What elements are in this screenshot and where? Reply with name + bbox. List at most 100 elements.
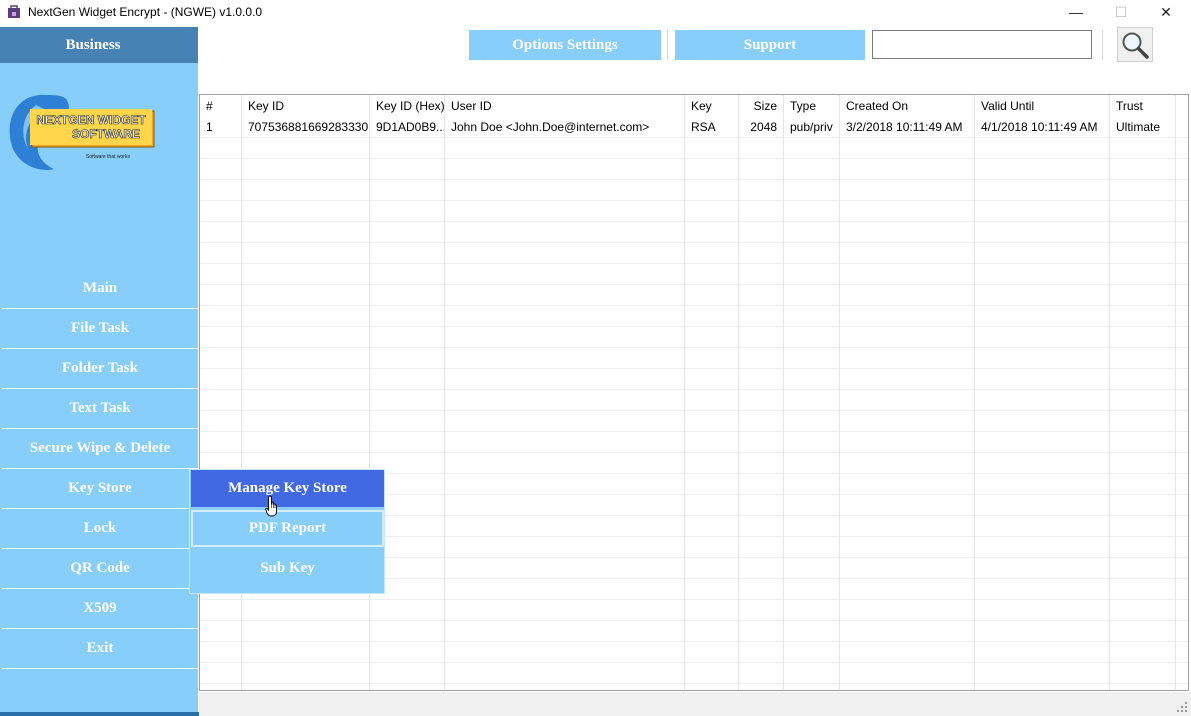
empty-cell <box>242 306 370 327</box>
nav-folder-task[interactable]: Folder Task <box>2 349 198 389</box>
empty-cell <box>200 432 242 453</box>
empty-cell <box>685 306 739 327</box>
nav-key-store[interactable]: Key Store <box>2 469 198 509</box>
empty-cell <box>840 390 975 411</box>
cell-created-on: 3/2/2018 10:11:49 AM <box>840 117 975 138</box>
column-header-size[interactable]: Size <box>739 95 784 117</box>
minimize-button[interactable]: — <box>1053 0 1099 24</box>
search-icon <box>1122 32 1149 59</box>
empty-cell <box>1110 642 1176 663</box>
nav-lock[interactable]: Lock <box>2 509 198 549</box>
empty-cell <box>200 159 242 180</box>
column-header-valid-until[interactable]: Valid Until <box>975 95 1110 117</box>
empty-cell <box>840 684 975 690</box>
empty-cell <box>975 327 1110 348</box>
menu-item-manage-key-store[interactable]: Manage Key Store <box>191 470 384 507</box>
empty-cell <box>445 684 685 690</box>
empty-cell <box>739 390 784 411</box>
empty-cell <box>445 285 685 306</box>
empty-cell <box>200 306 242 327</box>
empty-cell <box>200 621 242 642</box>
empty-cell <box>200 642 242 663</box>
search-input[interactable] <box>872 30 1092 59</box>
empty-cell <box>975 684 1110 690</box>
empty-cell <box>445 264 685 285</box>
empty-cell <box>685 684 739 690</box>
empty-cell <box>784 495 840 516</box>
nav-qr-code[interactable]: QR Code <box>2 549 198 589</box>
empty-table-row <box>200 684 1188 690</box>
empty-cell <box>784 663 840 684</box>
empty-table-row <box>200 621 1188 642</box>
empty-cell <box>685 474 739 495</box>
column-header-key-id-hex[interactable]: Key ID (Hex) <box>370 95 445 117</box>
nav-main[interactable]: Main <box>2 269 198 309</box>
sidebar-header-business[interactable]: Business <box>0 27 198 63</box>
empty-cell <box>1110 369 1176 390</box>
empty-cell <box>445 243 685 264</box>
column-header-key[interactable]: Key <box>685 95 739 117</box>
empty-table-row <box>200 201 1188 222</box>
empty-cell <box>445 474 685 495</box>
empty-cell <box>200 390 242 411</box>
empty-cell <box>242 180 370 201</box>
table-row[interactable]: 1 707536881669283330 9D1AD0B9... John Do… <box>200 117 1188 138</box>
empty-cell <box>445 642 685 663</box>
empty-cell <box>840 558 975 579</box>
empty-cell <box>200 285 242 306</box>
empty-cell <box>445 558 685 579</box>
empty-cell <box>1110 537 1176 558</box>
nav-exit[interactable]: Exit <box>2 629 198 669</box>
empty-cell <box>1110 474 1176 495</box>
title-bar: NextGen Widget Encrypt - (NGWE) v1.0.0.0… <box>0 0 1191 24</box>
empty-cell <box>739 285 784 306</box>
empty-cell <box>685 327 739 348</box>
empty-cell <box>242 390 370 411</box>
empty-table-row <box>200 369 1188 390</box>
empty-cell <box>840 243 975 264</box>
minimize-icon: — <box>1069 4 1083 20</box>
empty-cell <box>739 222 784 243</box>
cell-type: pub/priv <box>784 117 840 138</box>
close-button[interactable]: ✕ <box>1143 0 1189 24</box>
menu-item-pdf-report[interactable]: PDF Report <box>191 510 384 547</box>
maximize-button[interactable]: ☐ <box>1098 0 1144 24</box>
key-store-grid[interactable]: # Key ID Key ID (Hex) User ID Key Size T… <box>199 94 1189 691</box>
empty-cell <box>975 390 1110 411</box>
key-store-submenu: Manage Key Store PDF Report Sub Key <box>189 469 385 594</box>
empty-cell <box>685 495 739 516</box>
nav-x509[interactable]: X509 <box>2 589 198 629</box>
column-header-index[interactable]: # <box>200 95 242 117</box>
empty-cell <box>242 159 370 180</box>
support-button[interactable]: Support <box>675 30 865 60</box>
menu-item-sub-key[interactable]: Sub Key <box>191 550 384 587</box>
empty-cell <box>370 327 445 348</box>
search-button[interactable] <box>1117 27 1153 62</box>
empty-cell <box>1110 600 1176 621</box>
column-header-created-on[interactable]: Created On <box>840 95 975 117</box>
empty-cell <box>784 264 840 285</box>
resize-grip-icon[interactable] <box>1177 702 1187 712</box>
column-header-key-id[interactable]: Key ID <box>242 95 370 117</box>
toolbar-separator <box>1102 30 1103 60</box>
empty-table-row <box>200 264 1188 285</box>
empty-cell <box>200 201 242 222</box>
column-header-type[interactable]: Type <box>784 95 840 117</box>
empty-cell <box>242 642 370 663</box>
empty-cell <box>739 516 784 537</box>
empty-cell <box>685 579 739 600</box>
empty-cell <box>200 327 242 348</box>
empty-cell <box>685 201 739 222</box>
options-settings-button[interactable]: Options Settings <box>469 30 661 60</box>
nav-secure-wipe-delete[interactable]: Secure Wipe & Delete <box>2 429 198 469</box>
column-header-user-id[interactable]: User ID <box>445 95 685 117</box>
nav-text-task[interactable]: Text Task <box>2 389 198 429</box>
empty-cell <box>242 432 370 453</box>
empty-cell <box>784 474 840 495</box>
empty-cell <box>784 285 840 306</box>
empty-cell <box>445 600 685 621</box>
nav-file-task[interactable]: File Task <box>2 309 198 349</box>
column-header-trust[interactable]: Trust <box>1110 95 1176 117</box>
empty-cell <box>242 411 370 432</box>
empty-cell <box>445 411 685 432</box>
